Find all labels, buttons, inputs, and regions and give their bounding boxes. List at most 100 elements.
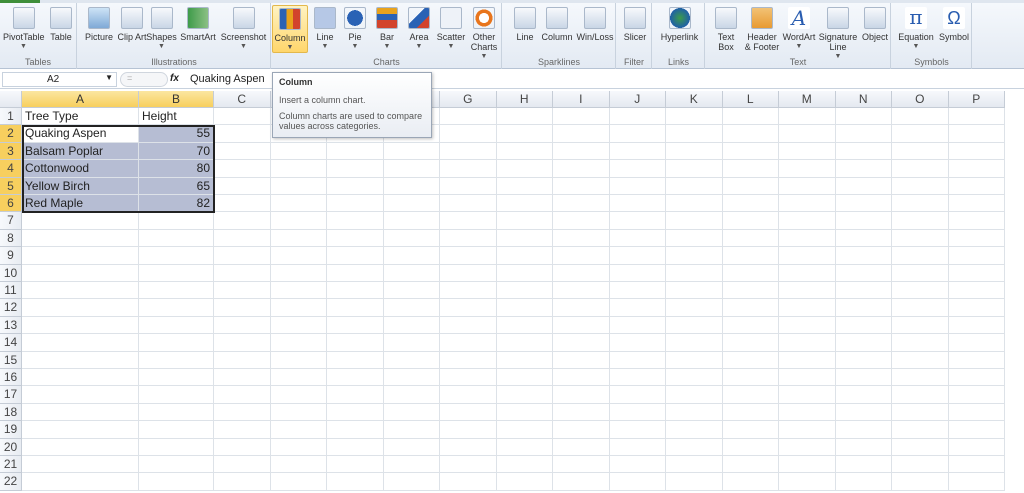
cell[interactable] [22,247,139,265]
cell[interactable] [270,247,327,265]
cell[interactable] [327,403,384,422]
cell[interactable] [496,160,553,178]
cell[interactable] [779,160,836,178]
slicer-button[interactable]: Slicer [620,5,650,42]
cell[interactable] [779,195,836,213]
smartart-button[interactable]: SmartArt [180,5,216,42]
cell[interactable] [327,229,384,248]
cell[interactable] [22,386,139,404]
cell[interactable] [609,334,666,352]
cell[interactable] [779,177,836,195]
cell[interactable] [327,282,384,300]
cell[interactable] [327,299,384,317]
cell[interactable] [440,264,497,282]
cell[interactable] [722,299,779,317]
equation-button[interactable]: π Equation ▼ [896,5,936,52]
cell[interactable] [666,229,723,248]
cell[interactable] [666,334,723,352]
cell[interactable] [270,299,327,317]
header-cell[interactable]: Tree Type [22,108,139,126]
cell[interactable] [327,456,384,474]
screenshot-button[interactable]: Screenshot ▼ [218,5,269,52]
cell[interactable] [948,264,1005,282]
cell[interactable] [722,316,779,335]
cell[interactable] [948,177,1005,195]
cell[interactable] [383,195,440,213]
column-header-H[interactable]: H [496,91,553,108]
cell[interactable] [22,282,139,300]
cell[interactable] [722,264,779,282]
cell[interactable] [496,334,553,352]
cell[interactable] [327,334,384,352]
cell[interactable] [948,160,1005,178]
cell[interactable] [666,125,723,143]
cell[interactable] [609,142,666,161]
cell[interactable] [779,438,836,456]
cell[interactable] [892,229,949,248]
cell[interactable] [383,142,440,161]
row-header-14[interactable]: 14 [0,334,22,352]
cell[interactable] [835,142,892,161]
cell[interactable] [722,195,779,213]
cell[interactable] [722,351,779,369]
cell[interactable] [496,177,553,195]
cell[interactable] [553,334,610,352]
shapes-button[interactable]: Shapes ▼ [145,5,178,52]
cell[interactable] [892,264,949,282]
cell[interactable] [214,142,271,161]
cell[interactable] [214,195,271,213]
cell[interactable] [892,160,949,178]
column-header-B[interactable]: B [139,91,214,108]
cell[interactable] [779,142,836,161]
cell[interactable] [722,334,779,352]
cell[interactable] [383,247,440,265]
cell[interactable] [779,403,836,422]
cell[interactable] [553,438,610,456]
cell[interactable] [383,177,440,195]
cell[interactable] [609,264,666,282]
cell[interactable] [835,195,892,213]
cell[interactable] [383,369,440,387]
cell[interactable] [948,369,1005,387]
cell[interactable] [892,386,949,404]
cell[interactable] [270,438,327,456]
cell[interactable] [214,456,271,474]
row-header-9[interactable]: 9 [0,247,22,265]
column-header-J[interactable]: J [609,91,666,108]
cell[interactable] [440,334,497,352]
cell[interactable] [496,456,553,474]
insert-function-icon[interactable]: fx [170,73,179,84]
cell[interactable] [835,282,892,300]
cell[interactable] [270,369,327,387]
cell[interactable] [666,456,723,474]
chevron-down-icon[interactable]: ▼ [105,73,113,82]
column-header-C[interactable]: C [214,91,271,108]
cell[interactable] [892,299,949,317]
cell[interactable] [139,299,214,317]
cell[interactable] [440,369,497,387]
cell[interactable] [270,160,327,178]
cell[interactable] [383,334,440,352]
cell[interactable] [327,142,384,161]
cell[interactable] [22,456,139,474]
cell[interactable] [609,421,666,439]
cell[interactable] [722,369,779,387]
cell[interactable] [835,160,892,178]
cell[interactable] [383,438,440,456]
row-header-22[interactable]: 22 [0,473,22,491]
cell[interactable] [214,212,271,230]
cell[interactable] [892,247,949,265]
cell[interactable] [383,473,440,491]
cell[interactable] [214,334,271,352]
cell[interactable] [835,229,892,248]
row-header-13[interactable]: 13 [0,316,22,335]
cell[interactable] [440,403,497,422]
cell[interactable] [948,421,1005,439]
cell[interactable] [496,125,553,143]
cell[interactable] [383,403,440,422]
cell[interactable] [948,403,1005,422]
cell[interactable] [666,160,723,178]
cell[interactable] [496,264,553,282]
cell[interactable] [779,421,836,439]
cell[interactable] [139,282,214,300]
